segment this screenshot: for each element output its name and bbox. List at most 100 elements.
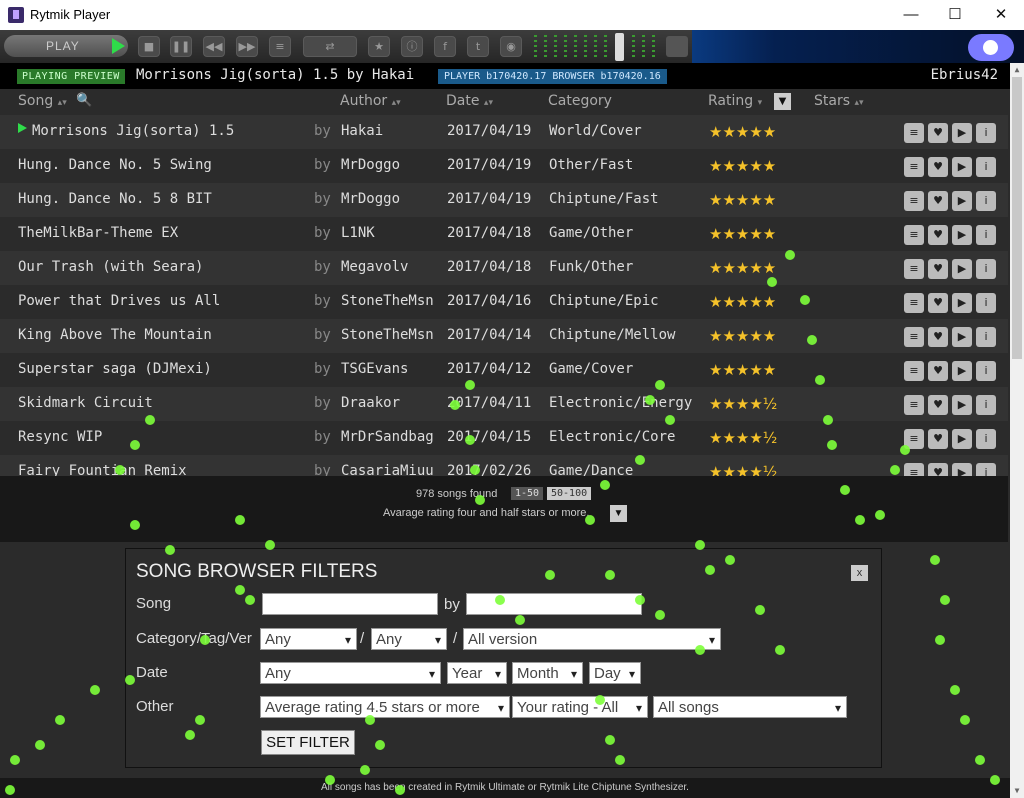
scroll-up-icon[interactable]: ▲ [1010,63,1024,77]
previous-icon[interactable]: ◀◀ [203,36,225,57]
song-row[interactable]: Fairy Fountian Remix by CasariaMiuu 2017/02… [0,455,1008,476]
heart-icon[interactable]: ♥ [928,361,948,381]
add-to-playlist-icon[interactable]: ≡ [904,361,924,381]
play-icon[interactable]: ▶ [952,463,972,476]
tag-select[interactable]: Any [371,628,447,651]
add-to-playlist-icon[interactable]: ≡ [904,463,924,476]
add-to-playlist-icon[interactable]: ≡ [904,259,924,279]
song-title[interactable]: King Above The Mountain [18,327,212,343]
song-author[interactable]: StoneTheMsn [341,293,434,309]
song-row[interactable]: TheMilkBar-Theme EX by L1NK 2017/04/18 Game/… [0,217,1008,251]
song-row[interactable]: Skidmark Circuit by Draakor 2017/04/11 Elect… [0,387,1008,421]
song-row[interactable]: Resync WIP by MrDrSandbag 2017/04/15 Electro… [0,421,1008,455]
song-author[interactable]: Hakai [341,123,383,139]
play-icon[interactable]: ▶ [952,327,972,347]
song-author[interactable]: MrDoggo [341,191,400,207]
date-select[interactable]: Any [260,662,441,685]
filter-toggle-icon[interactable]: ▼ [610,505,627,522]
user-name[interactable]: Ebrius42 [931,67,998,83]
column-rating[interactable]: Rating ▾ [708,93,762,109]
add-to-playlist-icon[interactable]: ≡ [904,123,924,143]
info-icon[interactable]: i [976,429,996,449]
info-icon[interactable]: i [976,463,996,476]
pause-icon[interactable]: ❚❚ [170,36,192,57]
facebook-icon[interactable]: f [434,36,456,57]
song-row[interactable]: King Above The Mountain by StoneTheMsn 2017… [0,319,1008,353]
song-author[interactable]: Draakor [341,395,400,411]
volume-slider-handle[interactable] [615,33,624,61]
play-button[interactable]: PLAY [4,35,128,57]
song-author[interactable]: CasariaMiuu [341,463,434,476]
close-window-button[interactable]: ✕ [978,0,1024,30]
song-row[interactable]: Power that Drives us All by StoneTheMsn 201… [0,285,1008,319]
cloud-play-logo-icon[interactable] [968,34,1014,61]
column-category[interactable]: Category [548,93,612,109]
add-to-playlist-icon[interactable]: ≡ [904,293,924,313]
song-author[interactable]: TSGEvans [341,361,408,377]
minimize-button[interactable]: — [888,0,934,30]
day-select[interactable]: Day [589,662,641,685]
info-icon[interactable]: i [976,293,996,313]
next-icon[interactable]: ▶▶ [236,36,258,57]
shuffle-icon[interactable]: ⇄ [303,36,357,57]
column-song[interactable]: Song ▴▾ [18,93,67,109]
equalizer[interactable] [532,33,658,61]
page-button-next[interactable]: 50-100 [547,487,592,500]
heart-icon[interactable]: ♥ [928,123,948,143]
song-author[interactable]: L1NK [341,225,375,241]
record-icon[interactable]: ◉ [500,36,522,57]
column-author[interactable]: Author ▴▾ [340,93,401,109]
play-icon[interactable]: ▶ [952,123,972,143]
song-row[interactable]: Hung. Dance No. 5 Swing by MrDoggo 2017/04/… [0,149,1008,183]
song-title[interactable]: Hung. Dance No. 5 8 BIT [18,191,212,207]
favorite-star-icon[interactable]: ★ [368,36,390,57]
song-title[interactable]: Morrisons Jig(sorta) 1.5 [32,123,234,139]
songs-scope-select[interactable]: All songs [653,696,847,719]
heart-icon[interactable]: ♥ [928,395,948,415]
add-to-playlist-icon[interactable]: ≡ [904,395,924,415]
play-icon[interactable]: ▶ [952,361,972,381]
song-row[interactable]: Our Trash (with Seara) by Megavolv 2017/04/… [0,251,1008,285]
scrollbar[interactable]: ▲ ▼ [1010,63,1024,798]
info-icon[interactable]: i [976,191,996,211]
scroll-down-icon[interactable]: ▼ [1010,784,1024,798]
maximize-button[interactable]: ☐ [932,0,978,30]
average-rating-select[interactable]: Average rating 4.5 stars or more [260,696,510,719]
info-icon[interactable]: i [976,327,996,347]
info-icon[interactable]: i [976,361,996,381]
heart-icon[interactable]: ♥ [928,429,948,449]
play-icon[interactable]: ▶ [952,225,972,245]
your-rating-select[interactable]: Your rating - All [512,696,648,719]
heart-icon[interactable]: ♥ [928,157,948,177]
song-title[interactable]: Hung. Dance No. 5 Swing [18,157,212,173]
song-row[interactable]: Hung. Dance No. 5 8 BIT by MrDoggo 2017/04/… [0,183,1008,217]
heart-icon[interactable]: ♥ [928,327,948,347]
set-filter-button[interactable]: SET FILTER [261,730,355,755]
year-select[interactable]: Year [447,662,507,685]
rating-filter-icon[interactable]: ▼ [774,93,791,110]
song-author[interactable]: StoneTheMsn [341,327,434,343]
song-title[interactable]: Fairy Fountian Remix [18,463,187,476]
playlist-icon[interactable]: ≡ [269,36,291,57]
heart-icon[interactable]: ♥ [928,259,948,279]
author-input[interactable] [466,593,642,615]
version-select[interactable]: All version [463,628,721,651]
play-icon[interactable]: ▶ [952,293,972,313]
add-to-playlist-icon[interactable]: ≡ [904,429,924,449]
info-icon[interactable]: i [976,123,996,143]
month-select[interactable]: Month [512,662,583,685]
song-author[interactable]: Megavolv [341,259,408,275]
song-author[interactable]: MrDrSandbag [341,429,434,445]
song-title[interactable]: Skidmark Circuit [18,395,153,411]
category-select[interactable]: Any [260,628,357,651]
song-title[interactable]: Power that Drives us All [18,293,220,309]
info-icon[interactable]: i [976,157,996,177]
add-to-playlist-icon[interactable]: ≡ [904,191,924,211]
song-author[interactable]: MrDoggo [341,157,400,173]
info-icon[interactable]: i [976,259,996,279]
add-to-playlist-icon[interactable]: ≡ [904,225,924,245]
song-title[interactable]: Superstar saga (DJMexi) [18,361,212,377]
twitter-icon[interactable]: t [467,36,489,57]
scrollbar-thumb[interactable] [1012,77,1022,359]
play-icon[interactable]: ▶ [952,429,972,449]
